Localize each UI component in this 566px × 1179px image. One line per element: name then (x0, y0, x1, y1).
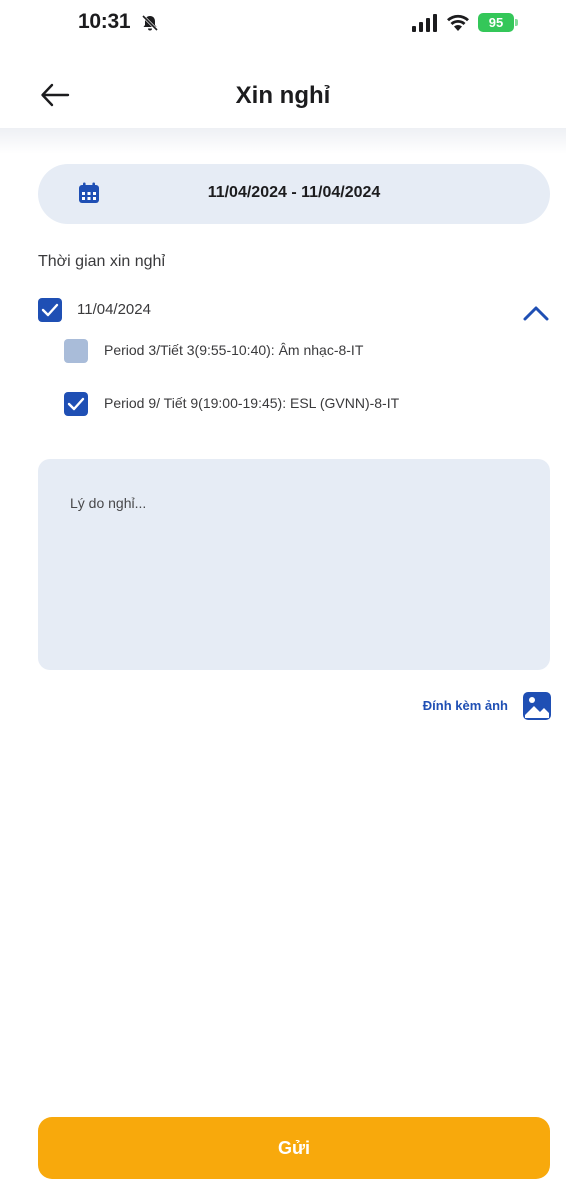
battery-level: 95 (488, 15, 504, 30)
chevron-up-icon[interactable] (522, 303, 550, 323)
battery-icon: 95 (478, 13, 518, 32)
attach-photo-label: Đính kèm ảnh (422, 698, 508, 713)
date-row-label: 11/04/2024 (77, 301, 151, 318)
screen: 10:31 95 Xin nghỉ 11/04/2024 - 11/04/202… (0, 0, 566, 1179)
attach-photo-button[interactable]: Đính kèm ảnh (412, 690, 552, 722)
bell-slash-icon (141, 14, 159, 32)
period-label: Period 3/Tiết 3(9:55-10:40): Âm nhạc-8-I… (104, 342, 364, 358)
header: Xin nghỉ (0, 60, 566, 132)
status-time: 10:31 (78, 10, 131, 33)
checkmark-icon (41, 303, 59, 317)
page-title: Xin nghỉ (235, 82, 331, 109)
date-checkbox[interactable] (38, 298, 62, 322)
period-checkbox[interactable] (64, 392, 88, 416)
period-checkbox[interactable] (64, 339, 88, 363)
leave-time-label: Thời gian xin nghỉ (38, 253, 166, 270)
reason-textarea[interactable] (38, 459, 550, 670)
date-range-value: 11/04/2024 - 11/04/2024 (207, 184, 381, 201)
submit-button[interactable]: Gửi (38, 1117, 550, 1179)
checkmark-icon (67, 397, 85, 411)
image-icon (523, 692, 551, 720)
header-divider (0, 128, 566, 154)
date-range-picker[interactable]: 11/04/2024 - 11/04/2024 (38, 164, 550, 224)
period-label: Period 9/ Tiết 9(19:00-19:45): ESL (GVNN… (104, 395, 400, 411)
wifi-icon (447, 14, 469, 31)
signal-icon (412, 14, 437, 32)
status-bar: 10:31 95 (0, 0, 566, 48)
